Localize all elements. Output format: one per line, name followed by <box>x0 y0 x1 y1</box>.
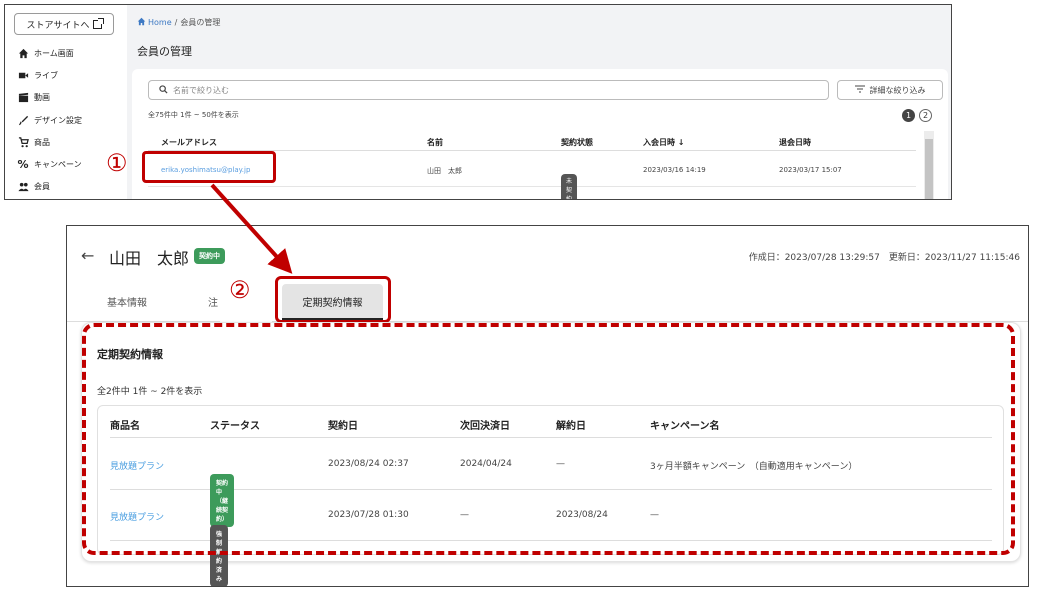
result-count: 全75件中 1件 ~ 50件を表示 <box>148 111 239 119</box>
advanced-filter-label: 詳細な絞り込み <box>869 85 926 95</box>
contract-status-text: 未契約 <box>561 174 578 199</box>
search-placeholder: 名前で絞り込む <box>173 85 229 95</box>
sidebar-item-campaign[interactable]: % キャンペーン <box>17 156 82 172</box>
breadcrumb-current: 会員の管理 <box>180 18 221 27</box>
brush-icon <box>17 115 29 126</box>
breadcrumb-home-link[interactable]: Home <box>137 17 172 28</box>
filter-icon <box>854 85 865 95</box>
column-header-status[interactable]: 契約状態 <box>561 137 593 148</box>
tab-orders[interactable]: 注 <box>208 294 218 309</box>
breadcrumb-separator: / <box>174 18 178 27</box>
detail-tabs: 基本情報 注 定期契約情報 <box>67 280 1028 322</box>
column-header-name[interactable]: 名前 <box>427 137 443 148</box>
member-name-heading: 山田 太郎 <box>109 249 190 268</box>
sidebar-item-label: キャンペーン <box>34 159 82 169</box>
joined-date: 2023/03/16 14:19 <box>643 166 706 174</box>
sidebar-item-label: デザイン設定 <box>34 115 82 125</box>
status-badge: 契約中 <box>194 248 225 264</box>
sidebar-item-members[interactable]: 会員 <box>17 178 50 194</box>
sidebar-item-label: 商品 <box>34 137 50 147</box>
page-button[interactable]: 2 <box>919 109 932 122</box>
annotation-1-highlight <box>142 151 276 183</box>
clapper-icon <box>17 92 29 103</box>
table-scrollbar[interactable] <box>924 131 934 199</box>
store-site-label: ストアサイトへ <box>26 20 90 31</box>
sidebar-item-home[interactable]: ホーム画面 <box>17 45 74 61</box>
store-site-button[interactable]: ストアサイトへ <box>14 13 114 35</box>
percent-icon: % <box>17 157 29 171</box>
column-header-joined[interactable]: 入会日時 ↓ <box>643 137 685 148</box>
search-icon <box>159 84 168 96</box>
scrollbar-thumb[interactable] <box>925 139 933 199</box>
sidebar-item-video[interactable]: 動画 <box>17 89 50 105</box>
created-updated-dates: 作成日：2023/07/28 13:29:57 更新日：2023/11/27 1… <box>748 253 1020 263</box>
annotation-2-highlight <box>275 276 391 323</box>
sidebar-item-label: 会員 <box>34 181 50 191</box>
column-header-email[interactable]: メールアドレス <box>161 137 217 148</box>
home-icon <box>17 48 29 59</box>
breadcrumb: Home / 会員の管理 <box>137 17 220 28</box>
sidebar-item-label: 動画 <box>34 92 50 102</box>
pagination: 1 2 <box>902 109 932 122</box>
page-title: 会員の管理 <box>137 45 192 58</box>
member-detail-screenshot: ← 山田 太郎 契約中 作成日：2023/07/28 13:29:57 更新日：… <box>66 225 1029 587</box>
sidebar-item-label: ライブ <box>34 70 58 80</box>
tab-basic-info[interactable]: 基本情報 <box>107 294 147 309</box>
sidebar-item-label: ホーム画面 <box>34 48 74 58</box>
left-date: 2023/03/17 15:07 <box>779 166 842 174</box>
column-header-left[interactable]: 退会日時 <box>779 137 811 148</box>
search-input[interactable]: 名前で絞り込む <box>148 80 829 100</box>
sidebar-item-products[interactable]: 商品 <box>17 134 50 150</box>
home-icon <box>137 17 146 28</box>
member-name: 山田 太郎 <box>427 167 462 175</box>
member-table-header: メールアドレス 名前 契約状態 入会日時 ↓ 退会日時 <box>148 133 916 151</box>
video-icon <box>17 70 29 81</box>
advanced-filter-button[interactable]: 詳細な絞り込み <box>837 80 943 100</box>
cart-icon <box>17 136 29 148</box>
sidebar-item-live[interactable]: ライブ <box>17 67 58 83</box>
back-icon[interactable]: ← <box>81 246 94 265</box>
annotation-2-number: ② <box>229 276 251 304</box>
page-button[interactable]: 1 <box>902 109 915 122</box>
breadcrumb-home-label: Home <box>148 18 172 27</box>
annotation-1-number: ① <box>106 149 128 177</box>
external-link-icon <box>92 17 104 29</box>
annotation-dashed-highlight <box>82 323 1015 555</box>
sidebar-item-design[interactable]: デザイン設定 <box>17 112 82 128</box>
people-icon <box>17 181 29 192</box>
